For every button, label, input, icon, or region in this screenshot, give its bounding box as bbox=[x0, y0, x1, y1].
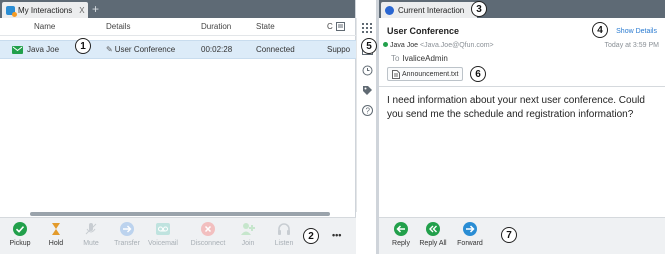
table-row[interactable]: Java Joe ✎ User Conference 00:02:28 Conn… bbox=[0, 40, 356, 59]
voicemail-label: Voicemail bbox=[148, 240, 178, 247]
interaction-icon bbox=[385, 5, 394, 15]
row-name-text: Java Joe bbox=[27, 45, 60, 54]
sender-name: Java Joe bbox=[390, 42, 419, 49]
reply-all-button[interactable]: Reply All bbox=[415, 222, 451, 247]
callout-5: 5 bbox=[361, 38, 377, 54]
from-line: Java Joe <Java.Joe@Qfun.com> Today at 3:… bbox=[383, 42, 659, 49]
forward-label: Forward bbox=[457, 240, 483, 247]
show-details-link[interactable]: Show Details bbox=[616, 28, 657, 35]
mute-label: Mute bbox=[83, 240, 99, 247]
sender-address: <Java.Joe@Qfun.com> bbox=[419, 42, 494, 49]
voicemail-icon bbox=[156, 223, 170, 235]
add-tab-icon[interactable]: + bbox=[92, 2, 99, 16]
pickup-icon bbox=[13, 222, 27, 236]
join-button[interactable]: Join bbox=[230, 222, 266, 247]
reply-all-icon bbox=[426, 222, 440, 236]
right-tab-label: Current Interaction bbox=[398, 5, 465, 15]
message-body: I need information about your next user … bbox=[387, 95, 645, 120]
tab-label: My Interactions bbox=[18, 5, 73, 15]
col-header-c-label: C bbox=[327, 22, 333, 31]
cell-duration: 00:02:28 bbox=[201, 45, 233, 54]
tag-icon[interactable] bbox=[361, 84, 373, 96]
disconnect-icon bbox=[201, 222, 215, 236]
listen-icon bbox=[278, 223, 290, 235]
tab-current-interaction[interactable]: Current Interaction bbox=[381, 2, 477, 18]
col-header-details[interactable]: Details bbox=[102, 22, 197, 31]
interactions-grid: Name Details Duration State C Java Joe ✎… bbox=[0, 18, 356, 212]
attachment-name: Announcement.txt bbox=[402, 70, 459, 78]
email-toolbar: Reply Reply All Forward bbox=[379, 217, 665, 254]
callout-4: 4 bbox=[592, 22, 608, 38]
col-header-c[interactable]: C bbox=[323, 22, 356, 31]
transfer-icon bbox=[120, 222, 134, 236]
sender-icon bbox=[383, 42, 388, 47]
interaction-header: User Conference Show Details bbox=[387, 24, 657, 38]
svg-text:?: ? bbox=[365, 106, 370, 115]
pickup-label: Pickup bbox=[9, 240, 31, 247]
paperclip-icon: ✎ bbox=[106, 45, 113, 54]
reply-icon bbox=[394, 222, 408, 236]
join-label: Join bbox=[241, 240, 255, 247]
reply-all-label: Reply All bbox=[419, 240, 447, 247]
to-label: To bbox=[391, 54, 400, 63]
to-line: To IvaliceAdmin bbox=[391, 54, 448, 63]
received-time: Today at 3:59 PM bbox=[604, 42, 659, 49]
join-icon bbox=[241, 223, 255, 235]
callout-6: 6 bbox=[470, 66, 486, 82]
hourglass-icon bbox=[52, 223, 60, 235]
mute-button[interactable]: Mute bbox=[73, 222, 109, 247]
col-header-duration[interactable]: Duration bbox=[197, 22, 252, 31]
pickup-button[interactable]: Pickup bbox=[2, 222, 38, 247]
history-icon[interactable] bbox=[361, 64, 373, 76]
document-icon bbox=[392, 69, 400, 79]
horizontal-scrollbar[interactable] bbox=[30, 212, 330, 216]
left-tab-bar: My Interactions X + bbox=[0, 0, 355, 18]
reply-button[interactable]: Reply bbox=[383, 222, 419, 247]
tab-close-icon[interactable]: X bbox=[79, 6, 84, 15]
help-icon[interactable]: ? bbox=[361, 104, 373, 116]
email-icon bbox=[12, 45, 23, 54]
interaction-title: User Conference bbox=[387, 26, 460, 36]
grid-menu-icon[interactable] bbox=[361, 22, 373, 34]
right-tab-bar: Current Interaction bbox=[379, 0, 665, 18]
cell-details: ✎ User Conference bbox=[102, 45, 197, 54]
voicemail-button[interactable]: Voicemail bbox=[145, 222, 181, 247]
to-value: IvaliceAdmin bbox=[402, 54, 448, 63]
hold-button[interactable]: Hold bbox=[38, 222, 74, 247]
column-picker-icon[interactable] bbox=[335, 22, 345, 31]
hold-label: Hold bbox=[48, 240, 64, 247]
current-interaction-panel: Current Interaction User Conference Show… bbox=[378, 0, 665, 254]
attachment-chip[interactable]: Announcement.txt bbox=[387, 67, 464, 81]
cell-state: Connected bbox=[256, 45, 295, 54]
more-button[interactable]: ••• bbox=[332, 230, 341, 240]
grid-header: Name Details Duration State C bbox=[0, 18, 356, 36]
interactions-icon bbox=[6, 5, 17, 17]
my-interactions-panel: My Interactions X + Name Details Duratio… bbox=[0, 0, 356, 254]
tab-my-interactions[interactable]: My Interactions X bbox=[2, 2, 88, 18]
header-separator bbox=[379, 86, 665, 87]
callout-2: 2 bbox=[303, 228, 319, 244]
forward-icon bbox=[463, 222, 477, 236]
disconnect-button[interactable]: Disconnect bbox=[190, 222, 226, 247]
transfer-button[interactable]: Transfer bbox=[109, 222, 145, 247]
callout-3: 3 bbox=[471, 1, 487, 17]
listen-label: Listen bbox=[274, 240, 294, 247]
transfer-label: Transfer bbox=[114, 240, 140, 247]
mute-icon bbox=[85, 223, 97, 235]
callout-1: 1 bbox=[75, 38, 91, 54]
col-header-state[interactable]: State bbox=[252, 22, 323, 31]
disconnect-label: Disconnect bbox=[190, 240, 226, 247]
reply-label: Reply bbox=[392, 240, 410, 247]
forward-button[interactable]: Forward bbox=[452, 222, 488, 247]
callout-7: 7 bbox=[501, 227, 517, 243]
col-header-name[interactable]: Name bbox=[0, 22, 102, 31]
row-details-text: User Conference bbox=[114, 45, 176, 54]
listen-button[interactable]: Listen bbox=[266, 222, 302, 247]
cell-more: Suppo bbox=[327, 45, 351, 54]
